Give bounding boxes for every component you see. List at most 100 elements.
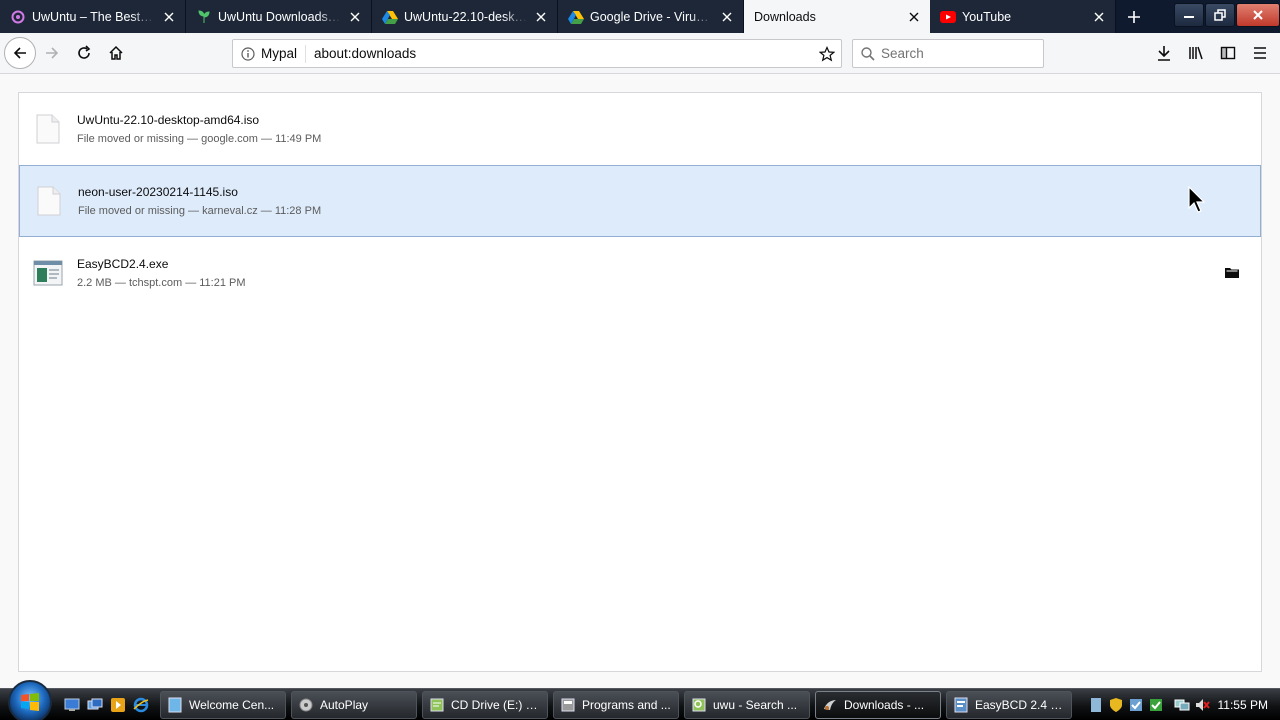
tray-app-icon[interactable] bbox=[1088, 697, 1104, 713]
taskbar-item-label: uwu - Search ... bbox=[713, 697, 798, 712]
volume-muted-icon[interactable] bbox=[1194, 697, 1210, 713]
close-icon[interactable] bbox=[1091, 9, 1107, 25]
sidebar-button[interactable] bbox=[1212, 37, 1244, 69]
url-text[interactable]: about:downloads bbox=[314, 46, 813, 61]
restore-button[interactable] bbox=[1205, 3, 1235, 27]
welcome-center-icon bbox=[168, 697, 182, 712]
hamburger-menu-icon bbox=[1254, 47, 1266, 59]
shield-icon[interactable] bbox=[1108, 697, 1124, 713]
taskbar-item-programs[interactable]: Programs and ... bbox=[553, 690, 679, 719]
taskbar-item-cd-drive[interactable]: CD Drive (E:) H... bbox=[422, 690, 548, 719]
security-center-icon[interactable] bbox=[1128, 697, 1144, 713]
tab-youtube[interactable]: YouTube bbox=[930, 0, 1116, 33]
window-close-button[interactable] bbox=[1236, 3, 1280, 27]
taskbar-item-label: AutoPlay bbox=[320, 697, 369, 712]
youtube-icon bbox=[940, 9, 956, 25]
search-bar[interactable] bbox=[852, 39, 1044, 68]
tab-google-drive[interactable]: Google Drive - Virus sca bbox=[558, 0, 744, 33]
download-item[interactable]: EasyBCD2.4.exe 2.2 MB — tchspt.com — 11:… bbox=[19, 237, 1261, 309]
download-item[interactable]: neon-user-20230214-1145.iso File moved o… bbox=[19, 165, 1261, 237]
tab-title: YouTube bbox=[962, 9, 1012, 24]
easybcd-icon bbox=[954, 697, 968, 712]
restore-icon bbox=[1214, 9, 1226, 21]
tab-title: Downloads bbox=[754, 9, 816, 24]
download-status: 2.2 MB — tchspt.com — 11:21 PM bbox=[77, 276, 246, 289]
taskbar-item-label: Programs and ... bbox=[582, 697, 671, 712]
taskbar-item-autoplay[interactable]: AutoPlay bbox=[291, 690, 417, 719]
windows-logo-icon bbox=[21, 692, 39, 711]
switch-windows-icon[interactable] bbox=[85, 695, 105, 715]
minimize-button[interactable] bbox=[1174, 3, 1204, 27]
downloads-list: UwUntu-22.10-desktop-amd64.iso File move… bbox=[18, 92, 1262, 672]
tab-uwuntu-best[interactable]: UwUntu – The Best Wea bbox=[0, 0, 186, 33]
home-button[interactable] bbox=[100, 37, 132, 69]
start-button[interactable] bbox=[8, 679, 52, 720]
identity-label: Mypal bbox=[261, 46, 298, 61]
search-folder-icon bbox=[692, 698, 706, 711]
close-icon[interactable] bbox=[906, 9, 922, 25]
taskbar-item-search[interactable]: uwu - Search ... bbox=[684, 690, 810, 719]
media-player-icon[interactable] bbox=[108, 695, 128, 715]
taskbar-item-label: EasyBCD 2.4 - ... bbox=[975, 697, 1065, 712]
taskbar: Welcome Cen... AutoPlay CD Drive (E:) H.… bbox=[0, 679, 1280, 720]
taskbar-item-label: Welcome Cen... bbox=[189, 697, 275, 712]
green-plant-icon bbox=[196, 9, 212, 25]
tab-downloads[interactable]: Downloads bbox=[744, 0, 930, 33]
close-icon[interactable] bbox=[533, 9, 549, 25]
cd-drive-icon bbox=[430, 698, 444, 711]
new-tab-button[interactable] bbox=[1116, 0, 1152, 33]
checkmark-icon[interactable] bbox=[1148, 697, 1164, 713]
download-status: File moved or missing — google.com — 11:… bbox=[77, 132, 322, 145]
window-controls bbox=[1173, 0, 1280, 27]
tab-uwuntu-downloads[interactable]: UwUntu Downloads | Li bbox=[186, 0, 372, 33]
quick-launch bbox=[62, 695, 154, 715]
google-drive-icon bbox=[382, 9, 398, 25]
navigation-bar: Mypal about:downloads bbox=[0, 33, 1280, 74]
reload-icon bbox=[78, 45, 91, 59]
taskbar-item-welcome-center[interactable]: Welcome Cen... bbox=[160, 690, 286, 719]
reload-button[interactable] bbox=[68, 37, 100, 69]
downloads-button[interactable] bbox=[1148, 37, 1180, 69]
back-button[interactable] bbox=[4, 37, 36, 69]
show-desktop-icon[interactable] bbox=[62, 695, 82, 715]
home-icon bbox=[109, 45, 123, 60]
uwuntu-swirl-icon bbox=[10, 9, 26, 25]
taskbar-item-downloads[interactable]: Downloads - ... bbox=[815, 690, 941, 719]
close-icon[interactable] bbox=[161, 9, 177, 25]
forward-button[interactable] bbox=[36, 37, 68, 69]
programs-icon bbox=[561, 698, 575, 711]
mypal-browser-icon bbox=[824, 699, 836, 710]
library-icon bbox=[1189, 46, 1203, 60]
minimize-icon bbox=[1184, 16, 1194, 18]
download-item[interactable]: UwUntu-22.10-desktop-amd64.iso File move… bbox=[19, 93, 1261, 165]
google-drive-icon bbox=[568, 9, 584, 25]
network-icon[interactable] bbox=[1174, 697, 1190, 713]
library-button[interactable] bbox=[1180, 37, 1212, 69]
taskbar-item-label: Downloads - ... bbox=[844, 697, 925, 712]
site-identity[interactable]: Mypal bbox=[241, 44, 307, 63]
download-arrow-icon bbox=[1158, 46, 1170, 61]
close-icon[interactable] bbox=[719, 9, 735, 25]
star-icon bbox=[819, 45, 835, 61]
taskbar-item-easybcd[interactable]: EasyBCD 2.4 - ... bbox=[946, 690, 1072, 719]
close-icon[interactable] bbox=[347, 9, 363, 25]
plus-icon bbox=[1128, 10, 1140, 23]
open-folder-button[interactable] bbox=[1223, 263, 1241, 281]
url-bar[interactable]: Mypal about:downloads bbox=[232, 39, 842, 68]
bookmark-star-button[interactable] bbox=[813, 45, 841, 62]
close-icon bbox=[1253, 10, 1263, 20]
generic-file-icon bbox=[33, 185, 65, 217]
open-folder-icon bbox=[1225, 268, 1239, 278]
clock[interactable]: 11:55 PM bbox=[1218, 698, 1268, 712]
download-filename: UwUntu-22.10-desktop-amd64.iso bbox=[77, 112, 260, 127]
sidebar-icon bbox=[1220, 46, 1236, 60]
search-input[interactable] bbox=[881, 46, 1031, 61]
menu-button[interactable] bbox=[1244, 37, 1276, 69]
info-icon bbox=[241, 46, 255, 61]
download-filename: neon-user-20230214-1145.iso bbox=[78, 185, 238, 199]
tab-uwuntu-iso[interactable]: UwUntu-22.10-desktop bbox=[372, 0, 558, 33]
exe-file-icon bbox=[32, 257, 64, 289]
arrow-right-icon bbox=[46, 47, 59, 59]
internet-explorer-icon[interactable] bbox=[131, 695, 151, 715]
taskbar-item-label: CD Drive (E:) H... bbox=[451, 697, 541, 712]
